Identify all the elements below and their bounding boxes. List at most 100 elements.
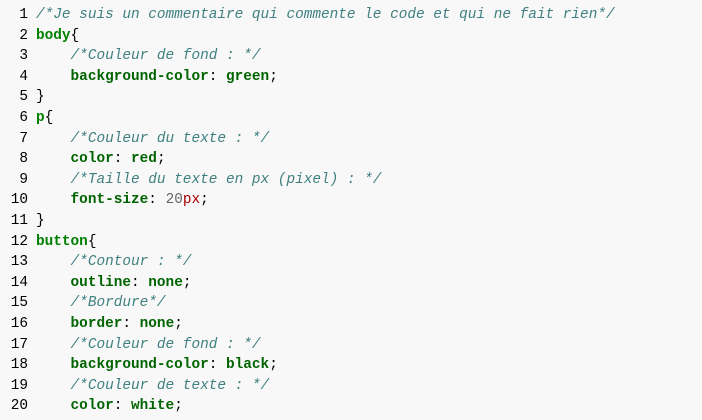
token-punct: :	[148, 192, 166, 209]
code-content: }	[36, 87, 702, 108]
code-content: outline: none;	[36, 273, 702, 294]
token-selector: body	[36, 27, 71, 44]
token-punct: :	[131, 274, 149, 291]
code-content: /*Bordure*/	[36, 293, 702, 314]
code-line: 6 p{	[0, 108, 702, 129]
token-value: none	[148, 274, 183, 291]
token-selector: p	[36, 109, 45, 126]
token-punct: :	[208, 68, 227, 85]
line-number: 1	[19, 7, 28, 23]
token-punct: {	[44, 109, 54, 126]
code-content: /*Taille du texte en px (pixel) : */	[36, 170, 702, 191]
line-number: 12	[10, 233, 28, 250]
line-number: 11	[10, 212, 28, 229]
token-punct: :	[122, 315, 140, 332]
line-number: 4	[19, 68, 28, 85]
code-block: 1 /*Je suis un commentaire qui commente l…	[0, 0, 702, 420]
token-punct: }	[36, 89, 45, 106]
code-line: 3 /*Couleur de fond : */	[0, 46, 702, 67]
code-content: /*Couleur de fond : */	[36, 46, 702, 67]
token-punct: ;	[174, 315, 183, 332]
code-content: /*Je suis un commentaire qui commente le…	[36, 5, 702, 26]
token-punct: ;	[269, 357, 278, 374]
code-content: font-size: 20px;	[36, 190, 702, 211]
token-property: background-color	[70, 68, 209, 85]
token-comment: /*Couleur de fond : */	[70, 48, 261, 65]
token-number: 20	[165, 192, 183, 209]
token-property: color	[70, 151, 114, 168]
code-line: 9 /*Taille du texte en px (pixel) : */	[0, 170, 702, 191]
token-value: black	[226, 357, 270, 374]
token-comment: /*Couleur de fond : */	[70, 336, 261, 353]
code-content: }	[36, 211, 702, 232]
token-comment: /*Couleur de texte : */	[70, 377, 270, 394]
code-line: 17 /*Couleur de fond : */	[0, 335, 702, 356]
token-punct: ;	[269, 68, 278, 85]
code-lines: 1 /*Je suis un commentaire qui commente l…	[0, 5, 702, 417]
line-number: 16	[10, 315, 28, 332]
token-punct: ;	[174, 398, 183, 415]
code-line: 20 color: white;	[0, 396, 702, 417]
code-content: color: white;	[36, 396, 702, 417]
token-value: none	[139, 315, 175, 332]
line-number: 13	[10, 254, 28, 271]
token-property: font-size	[70, 192, 149, 209]
line-number: 5	[19, 89, 28, 106]
code-line: 5}	[0, 87, 702, 108]
code-line: 14 outline: none;	[0, 273, 702, 294]
token-comment: /*Taille du texte en px (pixel) : */	[70, 171, 382, 188]
line-number: 7	[19, 130, 28, 147]
code-line: 18 background-color: black;	[0, 355, 702, 376]
code-content: button{	[36, 232, 702, 253]
line-number: 15	[10, 295, 28, 312]
line-number: 3	[19, 48, 28, 65]
line-number: 2	[19, 27, 28, 44]
token-property: border	[70, 315, 123, 332]
code-content: background-color: black;	[36, 355, 702, 376]
code-line: 1 /*Je suis un commentaire qui commente l…	[0, 5, 702, 26]
code-content: body{	[36, 26, 702, 47]
token-selector: button	[36, 233, 88, 250]
token-punct: :	[113, 398, 132, 415]
code-line: 19 /*Couleur de texte : */	[0, 376, 702, 397]
token-value: green	[226, 68, 270, 85]
token-comment: /*Couleur du texte : */	[70, 130, 270, 147]
line-number: 8	[19, 151, 28, 168]
token-punct: :	[113, 151, 132, 168]
token-comment: /*Bordure*/	[70, 295, 166, 312]
token-comment: /*Contour : */	[70, 254, 192, 271]
line-number: 18	[10, 357, 28, 374]
token-property: outline	[70, 274, 131, 291]
line-number: 6	[19, 109, 28, 126]
token-punct: ;	[156, 151, 166, 168]
code-line: 2 body{	[0, 26, 702, 47]
code-line: 15 /*Bordure*/	[0, 293, 702, 314]
code-line: 16 border: none;	[0, 314, 702, 335]
code-content: background-color: green;	[36, 67, 702, 88]
token-property: background-color	[70, 357, 209, 374]
token-value: red	[131, 151, 157, 168]
line-number: 9	[19, 171, 28, 188]
code-content: /*Couleur de fond : */	[36, 335, 702, 356]
line-number: 19	[10, 377, 28, 394]
token-punct: }	[36, 212, 45, 229]
token-punct: {	[87, 233, 97, 250]
token-value: white	[131, 398, 175, 415]
code-line: 8 color: red;	[0, 149, 702, 170]
code-content: /*Couleur du texte : */	[36, 129, 702, 150]
code-line: 10 font-size: 20px;	[0, 190, 702, 211]
code-content: p{	[36, 108, 702, 129]
